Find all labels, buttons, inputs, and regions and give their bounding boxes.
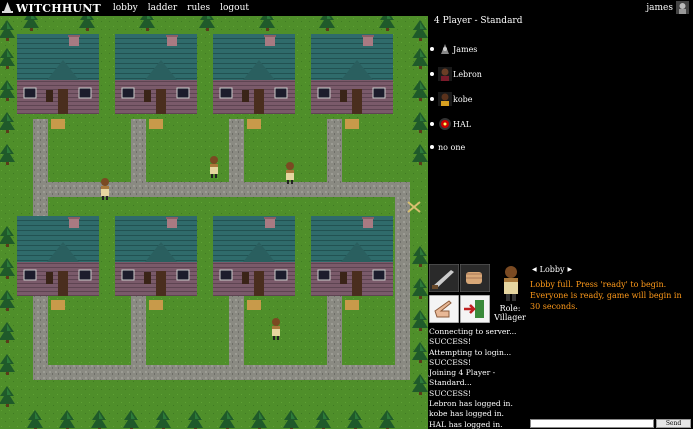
- role-value: Villager: [494, 313, 526, 322]
- players-panel: 4 Player - Standard James Lebron kobe HA…: [428, 16, 693, 262]
- road: [229, 119, 244, 189]
- lobby-header: ◀ Lobby ▶: [532, 265, 572, 274]
- road: [327, 119, 342, 189]
- player-name: James: [453, 44, 478, 54]
- game-map[interactable]: [0, 16, 428, 429]
- log-line: HAL has logged in.: [429, 419, 503, 429]
- hal-eye-icon: [438, 117, 452, 131]
- chevron-left-icon[interactable]: ◀: [532, 266, 537, 273]
- knife-icon[interactable]: [429, 264, 459, 292]
- connection-log: Connecting to server... SUCCESS! Attempt…: [428, 326, 528, 429]
- log-line: Standard...: [429, 378, 472, 388]
- log-line: kobe has logged in.: [429, 409, 504, 419]
- user-avatar-icon[interactable]: [676, 1, 689, 14]
- house: [16, 215, 100, 297]
- signpost: [51, 300, 65, 310]
- bullet: [430, 122, 434, 126]
- signpost: [149, 300, 163, 310]
- player-row[interactable]: James: [430, 38, 477, 60]
- signpost: [247, 300, 261, 310]
- signpost: [51, 119, 65, 129]
- player-name: HAL: [453, 119, 472, 129]
- player-row[interactable]: HAL: [430, 113, 471, 135]
- kobe-avatar-icon: [438, 92, 452, 106]
- house: [310, 215, 394, 297]
- villager-portrait-icon: [499, 264, 523, 302]
- lobby-messages: Lobby full. Press 'ready' to begin. Ever…: [530, 279, 690, 312]
- road: [33, 182, 409, 197]
- bullet: [430, 72, 434, 76]
- nav-logout[interactable]: logout: [220, 3, 249, 13]
- role-label-title: Role:: [499, 304, 521, 313]
- signpost: [345, 300, 359, 310]
- player-name: kobe: [453, 94, 473, 104]
- log-line: Attempting to login...: [429, 347, 512, 357]
- nav-lobby[interactable]: lobby: [113, 3, 138, 13]
- bullet: [430, 145, 434, 149]
- house: [212, 33, 296, 115]
- player-name: Lebron: [453, 69, 482, 79]
- signpost: [247, 119, 261, 129]
- house: [310, 33, 394, 115]
- bullet: [430, 97, 434, 101]
- top-nav: lobby ladder rules logout: [113, 3, 249, 13]
- wizard-avatar-icon: [438, 42, 452, 56]
- lobby-message: Everyone is ready, game will begin in 30…: [530, 291, 682, 311]
- house: [212, 215, 296, 297]
- hand-pointing-icon[interactable]: [429, 295, 459, 323]
- game-title: 4 Player - Standard: [434, 16, 523, 26]
- house: [114, 33, 198, 115]
- witch-hat-logo-icon: [2, 2, 13, 13]
- bullet: [430, 47, 434, 51]
- player-name: no one: [438, 142, 466, 152]
- send-button[interactable]: Send: [656, 419, 691, 428]
- log-line: Connecting to server...: [429, 327, 517, 336]
- app-title: WITCHHUNT: [16, 1, 101, 15]
- log-line: SUCCESS!: [429, 357, 472, 367]
- action-panel: Role: Villager: [428, 262, 528, 326]
- chat-input[interactable]: [530, 419, 654, 428]
- lobby-title: Lobby: [539, 265, 565, 274]
- log-line: SUCCESS!: [429, 337, 472, 347]
- road: [33, 119, 48, 219]
- log-line: Joining 4 Player -: [429, 368, 496, 378]
- lobby-message: Lobby full. Press 'ready' to begin.: [530, 280, 667, 289]
- house: [114, 215, 198, 297]
- role-label: Role: Villager: [492, 304, 528, 322]
- player-row[interactable]: Lebron: [430, 63, 482, 85]
- username[interactable]: james: [646, 3, 673, 13]
- top-bar: WITCHHUNT lobby ladder rules logout jame…: [0, 0, 693, 16]
- nav-rules[interactable]: rules: [187, 3, 210, 13]
- player-row[interactable]: kobe: [430, 88, 473, 110]
- log-line: SUCCESS!: [429, 388, 472, 398]
- signpost: [345, 119, 359, 129]
- player-row[interactable]: no one: [430, 136, 465, 158]
- chevron-right-icon[interactable]: ▶: [568, 266, 573, 273]
- signpost: [149, 119, 163, 129]
- road: [131, 119, 146, 189]
- nav-ladder[interactable]: ladder: [148, 3, 177, 13]
- log-line: Lebron has logged in.: [429, 399, 513, 409]
- punch-icon[interactable]: [460, 264, 490, 292]
- lebron-avatar-icon: [438, 67, 452, 81]
- lobby-panel: ◀ Lobby ▶ Lobby full. Press 'ready' to b…: [528, 262, 693, 429]
- house: [16, 33, 100, 115]
- road: [33, 365, 409, 380]
- village-scene[interactable]: [0, 16, 428, 429]
- exit-door-icon[interactable]: [460, 295, 490, 323]
